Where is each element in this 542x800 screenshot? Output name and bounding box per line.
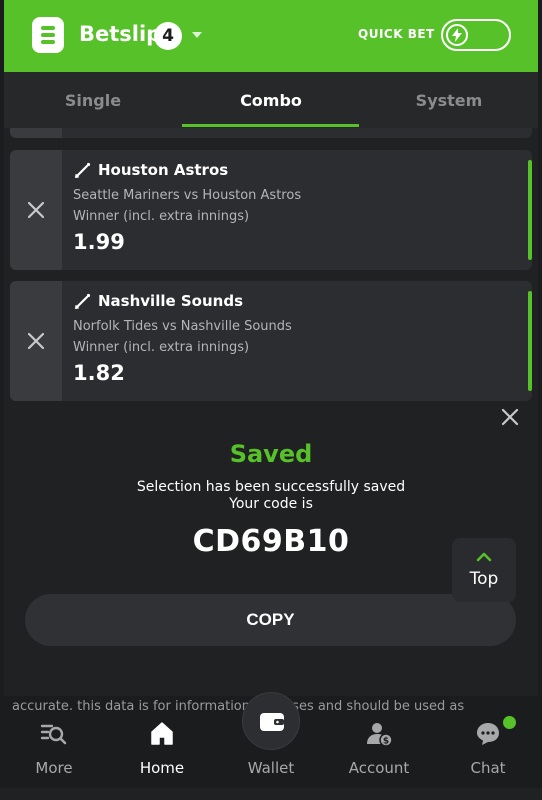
betslip-logo-icon [32,17,64,53]
selection-accent-bar [528,291,532,391]
saved-message: Selection has been successfully saved [136,479,406,495]
wallet-button[interactable] [242,692,300,750]
saved-code-prompt: Your code is [229,496,313,512]
nav-label-more: More [35,759,73,777]
betslip-header: Betslip 4 QUICK BET [4,0,538,72]
svg-text:$: $ [383,737,389,747]
baseball-bat-icon [74,162,91,179]
account-icon: $ [367,723,393,747]
betslip-title[interactable]: Betslip [79,22,161,46]
selection-team: Houston Astros [98,161,229,179]
nav-item-more[interactable]: More [0,710,108,800]
nav-item-chat[interactable]: Chat [434,710,542,800]
close-icon[interactable] [499,406,521,428]
copy-code-button[interactable]: COPY [25,594,516,646]
wallet-icon [260,713,284,731]
bottom-edge [0,788,542,800]
search-list-icon [40,724,67,745]
nav-item-account[interactable]: $ Account [325,710,433,800]
selection-accent-bar [528,160,532,260]
nav-label-chat: Chat [470,759,506,777]
scroll-top-label: Top [469,569,499,589]
tab-combo[interactable]: Combo [182,72,360,128]
close-icon [27,201,45,219]
remove-selection-button[interactable] [10,150,62,270]
selection-market: Winner (incl. extra innings) [73,340,250,355]
quick-bet-toggle[interactable] [441,19,511,51]
selection-card: Houston Astros Seattle Mariners vs Houst… [10,150,532,270]
quick-bet-label: QUICK BET [358,27,435,41]
selection-odds: 1.99 [73,230,125,254]
selection-market: Winner (incl. extra innings) [73,209,250,224]
selection-match: Norfolk Tides vs Nashville Sounds [73,319,292,334]
selection-team: Nashville Sounds [98,292,244,310]
home-icon [151,722,173,745]
selection-card: Nashville Sounds Norfolk Tides vs Nashvi… [10,281,532,401]
chat-icon [477,723,499,745]
selection-count-badge: 4 [154,22,182,50]
tab-single[interactable]: Single [4,72,182,128]
selection-odds: 1.82 [73,361,125,385]
lightning-icon [446,23,468,46]
selection-card-partial [10,128,532,138]
chevron-up-icon [476,552,492,562]
nav-label-home: Home [139,759,185,777]
chat-notification-dot [503,716,516,729]
saved-title: Saved [229,440,313,468]
nav-label-account: Account [348,759,410,777]
scroll-top-button[interactable]: Top [452,538,516,602]
remove-selection-button[interactable] [10,281,62,401]
nav-item-home[interactable]: Home [108,710,216,800]
tab-system[interactable]: System [360,72,538,128]
active-tab-indicator [182,124,359,127]
close-icon [27,332,45,350]
selection-match: Seattle Mariners vs Houston Astros [73,188,302,203]
baseball-bat-icon [74,293,91,310]
chevron-down-icon[interactable] [192,32,202,38]
nav-label-wallet: Wallet [247,759,295,777]
bet-type-tabs: Single Combo System [4,72,538,128]
